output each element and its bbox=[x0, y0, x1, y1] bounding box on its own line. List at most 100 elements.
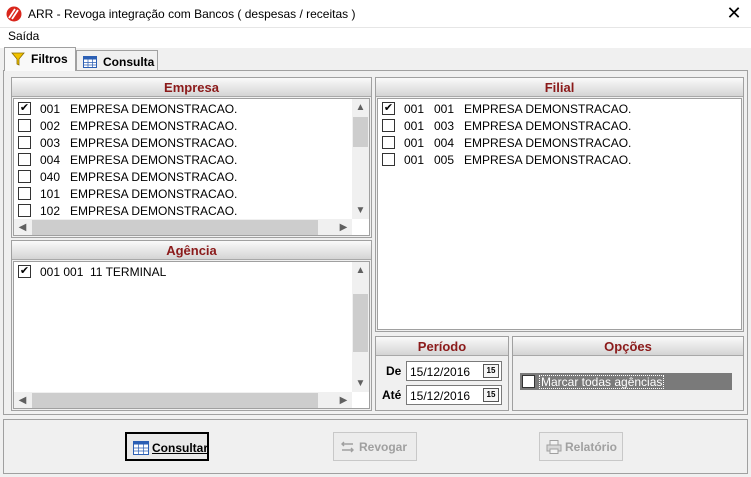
revogar-button[interactable]: Revogar bbox=[333, 432, 417, 461]
agencia-row[interactable]: ✔ 001 001 11 TERMINAL bbox=[18, 263, 348, 280]
checkbox[interactable] bbox=[18, 136, 31, 149]
empresa-code: 002 bbox=[40, 119, 61, 133]
date-ate-value: 15/12/2016 bbox=[410, 389, 471, 403]
filial-row[interactable]: ✔ 001 001 EMPRESA DEMONSTRACAO. bbox=[382, 100, 712, 117]
tab-filtros-label: Filtros bbox=[31, 52, 68, 66]
empresa-row[interactable]: 102 EMPRESA DEMONSTRACAO. bbox=[18, 202, 348, 219]
calendar-icon[interactable]: 15 bbox=[483, 364, 499, 378]
button-panel: Consultar Revogar Relatório bbox=[3, 419, 748, 474]
revoke-icon bbox=[341, 441, 354, 453]
empresa-code: 003 bbox=[40, 136, 61, 150]
scroll-left-icon[interactable]: ◀ bbox=[14, 219, 31, 235]
date-de-field[interactable]: 15/12/2016 15 bbox=[406, 361, 502, 381]
filial-code: 003 bbox=[434, 119, 455, 133]
scroll-right-icon[interactable]: ▶ bbox=[335, 392, 352, 408]
menu-bar: Saída bbox=[0, 28, 751, 48]
scroll-left-icon[interactable]: ◀ bbox=[14, 392, 31, 408]
checkbox[interactable] bbox=[382, 119, 395, 132]
ate-label: Até bbox=[382, 388, 402, 402]
checkbox[interactable] bbox=[18, 170, 31, 183]
checkbox[interactable] bbox=[382, 153, 395, 166]
revogar-label: Revogar bbox=[359, 440, 408, 454]
filial-empresa: 001 bbox=[404, 119, 425, 133]
scroll-thumb[interactable] bbox=[32, 220, 318, 235]
tab-page-filtros: Empresa ✔ 001 EMPRESA DEMONSTRACAO. 002 … bbox=[3, 70, 748, 415]
filial-name: EMPRESA DEMONSTRACAO. bbox=[464, 119, 632, 133]
empresa-row[interactable]: ✔ 001 EMPRESA DEMONSTRACAO. bbox=[18, 100, 348, 117]
periodo-group: Período De 15/12/2016 15 Até 15/12/2016 … bbox=[375, 336, 509, 411]
scroll-up-icon[interactable]: ▲ bbox=[352, 99, 369, 116]
checkbox[interactable]: ✔ bbox=[18, 265, 31, 278]
empresa-group: Empresa ✔ 001 EMPRESA DEMONSTRACAO. 002 … bbox=[11, 77, 372, 238]
scroll-up-icon[interactable]: ▲ bbox=[352, 262, 369, 279]
table-icon bbox=[83, 56, 97, 68]
tab-filtros[interactable]: Filtros bbox=[4, 47, 76, 71]
empresa-hscroll[interactable]: ◀ ▶ bbox=[14, 219, 352, 235]
empresa-vscroll[interactable]: ▲ ▼ bbox=[352, 99, 369, 219]
checkbox[interactable] bbox=[18, 119, 31, 132]
empresa-name: EMPRESA DEMONSTRACAO. bbox=[70, 153, 238, 167]
filial-name: EMPRESA DEMONSTRACAO. bbox=[464, 102, 632, 116]
empresa-name: EMPRESA DEMONSTRACAO. bbox=[70, 170, 238, 184]
filial-name: EMPRESA DEMONSTRACAO. bbox=[464, 153, 632, 167]
filial-name: EMPRESA DEMONSTRACAO. bbox=[464, 136, 632, 150]
scroll-down-icon[interactable]: ▼ bbox=[352, 202, 369, 219]
agencia-list: ✔ 001 001 11 TERMINAL ▲ ▼ ◀ ▶ bbox=[13, 261, 370, 409]
periodo-title: Período bbox=[376, 337, 508, 356]
checkbox[interactable]: ✔ bbox=[382, 102, 395, 115]
checkbox[interactable] bbox=[18, 153, 31, 166]
agencia-hscroll[interactable]: ◀ ▶ bbox=[14, 392, 352, 408]
empresa-code: 040 bbox=[40, 170, 61, 184]
close-icon: ✕ bbox=[726, 3, 742, 23]
agencia-title: Agência bbox=[12, 241, 371, 260]
tab-consulta[interactable]: Consulta bbox=[76, 50, 158, 72]
filial-code: 004 bbox=[434, 136, 455, 150]
agencia-code: 001 001 bbox=[40, 265, 84, 279]
checkbox[interactable]: ✔ bbox=[18, 102, 31, 115]
filial-row[interactable]: 001 003 EMPRESA DEMONSTRACAO. bbox=[382, 117, 712, 134]
marcar-todas-option[interactable]: Marcar todas agências bbox=[520, 373, 732, 390]
marcar-todas-label: Marcar todas agências bbox=[539, 375, 665, 389]
empresa-name: EMPRESA DEMONSTRACAO. bbox=[70, 102, 238, 116]
filial-row[interactable]: 001 005 EMPRESA DEMONSTRACAO. bbox=[382, 151, 712, 168]
relatorio-label: Relatório bbox=[565, 440, 618, 454]
empresa-name: EMPRESA DEMONSTRACAO. bbox=[70, 204, 238, 218]
consultar-button[interactable]: Consultar bbox=[125, 432, 209, 461]
title-bar: ARR - Revoga integração com Bancos ( des… bbox=[0, 0, 751, 28]
empresa-row[interactable]: 004 EMPRESA DEMONSTRACAO. bbox=[18, 151, 348, 168]
scroll-thumb[interactable] bbox=[353, 294, 368, 352]
empresa-name: EMPRESA DEMONSTRACAO. bbox=[70, 119, 238, 133]
de-label: De bbox=[386, 364, 402, 378]
scroll-thumb[interactable] bbox=[353, 117, 368, 147]
agencia-vscroll[interactable]: ▲ ▼ bbox=[352, 262, 369, 392]
empresa-code: 004 bbox=[40, 153, 61, 167]
empresa-name: EMPRESA DEMONSTRACAO. bbox=[70, 187, 238, 201]
checkbox[interactable] bbox=[18, 204, 31, 217]
empresa-row[interactable]: 040 EMPRESA DEMONSTRACAO. bbox=[18, 168, 348, 185]
filial-empresa: 001 bbox=[404, 136, 425, 150]
checkbox[interactable] bbox=[18, 187, 31, 200]
marcar-todas-checkbox[interactable] bbox=[522, 375, 535, 388]
empresa-row[interactable]: 002 EMPRESA DEMONSTRACAO. bbox=[18, 117, 348, 134]
close-button[interactable]: ✕ bbox=[722, 3, 746, 25]
agencia-group: Agência ✔ 001 001 11 TERMINAL ▲ ▼ ◀ ▶ bbox=[11, 240, 372, 411]
consultar-label: Consultar bbox=[152, 441, 209, 455]
empresa-row[interactable]: 003 EMPRESA DEMONSTRACAO. bbox=[18, 134, 348, 151]
filial-empresa: 001 bbox=[404, 153, 425, 167]
empresa-name: EMPRESA DEMONSTRACAO. bbox=[70, 136, 238, 150]
tab-consulta-label: Consulta bbox=[103, 55, 155, 69]
calendar-icon[interactable]: 15 bbox=[483, 388, 499, 402]
window-title: ARR - Revoga integração com Bancos ( des… bbox=[28, 7, 356, 21]
filial-row[interactable]: 001 004 EMPRESA DEMONSTRACAO. bbox=[382, 134, 712, 151]
empresa-row[interactable]: 101 EMPRESA DEMONSTRACAO. bbox=[18, 185, 348, 202]
agencia-name: 11 TERMINAL bbox=[90, 265, 167, 279]
checkbox[interactable] bbox=[382, 136, 395, 149]
date-ate-field[interactable]: 15/12/2016 15 bbox=[406, 385, 502, 405]
relatorio-button[interactable]: Relatório bbox=[539, 432, 623, 461]
scroll-down-icon[interactable]: ▼ bbox=[352, 375, 369, 392]
scroll-right-icon[interactable]: ▶ bbox=[335, 219, 352, 235]
empresa-code: 102 bbox=[40, 204, 61, 218]
scroll-thumb[interactable] bbox=[32, 393, 318, 408]
empresa-code: 101 bbox=[40, 187, 61, 201]
menu-item-saida[interactable]: Saída bbox=[8, 29, 39, 43]
